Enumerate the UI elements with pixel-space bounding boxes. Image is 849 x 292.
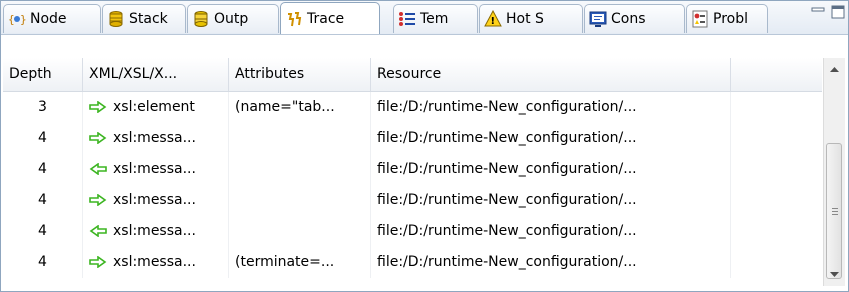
element-cell: xsl:element: [83, 92, 229, 123]
column-header-attributes[interactable]: Attributes: [229, 58, 371, 91]
element-name: xsl:messa...: [113, 161, 196, 177]
attributes-cell: [229, 154, 371, 185]
console-icon: [589, 11, 607, 27]
vertical-scrollbar[interactable]: [823, 58, 845, 286]
tab-label: Trace: [307, 10, 345, 27]
tab-console[interactable]: Cons: [584, 4, 685, 33]
enter-arrow-icon: [89, 194, 107, 206]
depth-cell: 4: [3, 216, 83, 247]
element-cell: xsl:messa...: [83, 185, 229, 216]
tab-node[interactable]: { } Node: [3, 4, 101, 33]
depth-cell: 3: [3, 92, 83, 123]
table-row[interactable]: 4 xsl:messa... file:/D:/runtime-New_conf…: [3, 185, 822, 216]
problems-icon: [692, 10, 708, 28]
maximize-icon[interactable]: [831, 5, 845, 19]
svg-text:!: !: [491, 16, 496, 27]
scroll-up-arrow-icon[interactable]: [824, 58, 845, 80]
resource-cell: file:/D:/runtime-New_configuration/...: [371, 185, 731, 216]
tab-problems[interactable]: Probl: [686, 4, 768, 33]
tab-stack[interactable]: Stack: [102, 4, 186, 33]
scroll-down-arrow-icon[interactable]: [824, 264, 845, 286]
tab-trace[interactable]: Trace: [280, 2, 380, 34]
tab-label: Probl: [713, 11, 748, 27]
tab-label: Tem: [420, 11, 449, 27]
tab-label: Stack: [129, 11, 168, 27]
node-icon: { }: [8, 13, 26, 26]
resource-cell: file:/D:/runtime-New_configuration/...: [371, 92, 731, 123]
column-header-depth[interactable]: Depth: [3, 58, 83, 91]
table-row[interactable]: 3 xsl:element (name="tab... file:/D:/run…: [3, 92, 822, 123]
view-tab-strip: { } Node Stack Outp Trace Tem ! Hot S Co…: [1, 1, 848, 35]
depth-cell: 4: [3, 154, 83, 185]
element-cell: xsl:messa...: [83, 154, 229, 185]
element-name: xsl:messa...: [113, 130, 196, 146]
hot-spots-icon: !: [484, 10, 502, 27]
output-icon: [194, 11, 208, 27]
element-name: xsl:messa...: [113, 223, 196, 239]
element-name: xsl:messa...: [113, 192, 196, 208]
attributes-cell: [229, 185, 371, 216]
svg-text:{: {: [8, 13, 15, 26]
exit-arrow-icon: [89, 163, 107, 175]
tab-label: Hot S: [506, 11, 544, 27]
attributes-cell: (name="tab...: [229, 92, 371, 123]
resource-cell: file:/D:/runtime-New_configuration/...: [371, 247, 731, 278]
table-row[interactable]: 4 xsl:messa... file:/D:/runtime-New_conf…: [3, 123, 822, 154]
trace-icon: [288, 11, 302, 26]
table-row[interactable]: 4 xsl:messa... file:/D:/runtime-New_conf…: [3, 216, 822, 247]
element-name: xsl:element: [113, 99, 195, 115]
attributes-cell: [229, 123, 371, 154]
attributes-cell: (terminate=...: [229, 247, 371, 278]
trace-view-panel: { } Node Stack Outp Trace Tem ! Hot S Co…: [0, 0, 849, 292]
tab-templates[interactable]: Tem: [393, 4, 478, 33]
depth-cell: 4: [3, 185, 83, 216]
stack-icon: [109, 11, 123, 27]
tab-hot-spots[interactable]: ! Hot S: [479, 4, 583, 33]
exit-arrow-icon: [89, 225, 107, 237]
svg-text:}: }: [20, 13, 26, 26]
enter-arrow-icon: [89, 132, 107, 144]
depth-cell: 4: [3, 247, 83, 278]
enter-arrow-icon: [89, 101, 107, 113]
tab-label: Cons: [611, 11, 646, 27]
table-row[interactable]: 4 xsl:messa... (terminate=... file:/D:/r…: [3, 247, 822, 278]
tab-output[interactable]: Outp: [187, 4, 279, 33]
minimize-icon[interactable]: [811, 5, 825, 19]
resource-cell: file:/D:/runtime-New_configuration/...: [371, 216, 731, 247]
element-cell: xsl:messa...: [83, 247, 229, 278]
element-cell: xsl:messa...: [83, 123, 229, 154]
table-header: Depth XML/XSL/X... Attributes Resource: [3, 58, 822, 92]
column-header-resource[interactable]: Resource: [371, 58, 731, 91]
column-header-element[interactable]: XML/XSL/X...: [83, 58, 229, 91]
table-row[interactable]: 4 xsl:messa... file:/D:/runtime-New_conf…: [3, 154, 822, 185]
depth-cell: 4: [3, 123, 83, 154]
template-icon: [399, 12, 415, 26]
tab-label: Outp: [214, 11, 249, 27]
resource-cell: file:/D:/runtime-New_configuration/...: [371, 123, 731, 154]
element-cell: xsl:messa...: [83, 216, 229, 247]
attributes-cell: [229, 216, 371, 247]
resource-cell: file:/D:/runtime-New_configuration/...: [371, 154, 731, 185]
element-name: xsl:messa...: [113, 254, 196, 270]
tab-label: Node: [30, 11, 67, 27]
scrollbar-thumb[interactable]: [826, 143, 842, 279]
column-header-filler: [731, 58, 822, 91]
enter-arrow-icon: [89, 256, 107, 268]
